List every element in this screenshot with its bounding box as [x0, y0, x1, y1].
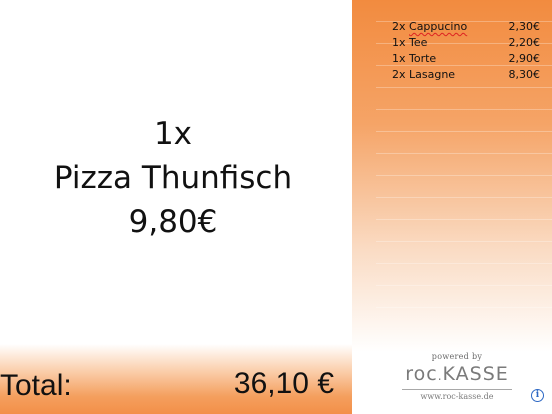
order-row-price: 8,30€ — [508, 68, 541, 81]
brand-tail: KASSE — [442, 363, 509, 385]
current-item-price: 9,80€ — [128, 204, 218, 240]
order-row-desc: 2x Lasagne — [392, 68, 456, 81]
order-row: 2x Lasagne 8,30€ — [392, 67, 540, 83]
order-row-desc: 1x Tee — [392, 36, 428, 49]
brand-name: roc.KASSE — [392, 363, 522, 387]
brand-divider — [402, 389, 512, 390]
order-row: 1x Tee 2,20€ — [392, 35, 540, 51]
order-row-desc: 2x Cappucino — [392, 20, 468, 33]
order-list: 2x Cappucino 2,30€ 1x Tee 2,20€ 1x Torte… — [392, 19, 540, 83]
current-item-display: 1x Pizza Thunfisch 9,80€ — [0, 112, 346, 244]
brand-main: roc — [405, 363, 438, 385]
order-row: 1x Torte 2,90€ — [392, 51, 540, 67]
current-item-name: Pizza Thunfisch — [53, 160, 293, 196]
brand-url: www.roc-kasse.de — [420, 392, 494, 401]
powered-by-text: powered by — [431, 352, 483, 361]
total-value: 36,10 € — [233, 367, 334, 400]
total-bar: Total: 36,10 € — [0, 344, 352, 414]
total-label: Total: — [0, 369, 72, 402]
order-row: 2x Cappucino 2,30€ — [392, 19, 540, 35]
order-row-price: 2,20€ — [508, 36, 541, 49]
roc-kasse-logo: powered by roc.KASSE www.roc-kasse.de — [392, 352, 522, 401]
info-icon[interactable]: i — [531, 389, 544, 402]
order-row-price: 2,30€ — [508, 20, 541, 33]
order-row-price: 2,90€ — [508, 52, 541, 65]
current-item-quantity: 1x — [153, 116, 193, 152]
order-row-desc: 1x Torte — [392, 52, 437, 65]
